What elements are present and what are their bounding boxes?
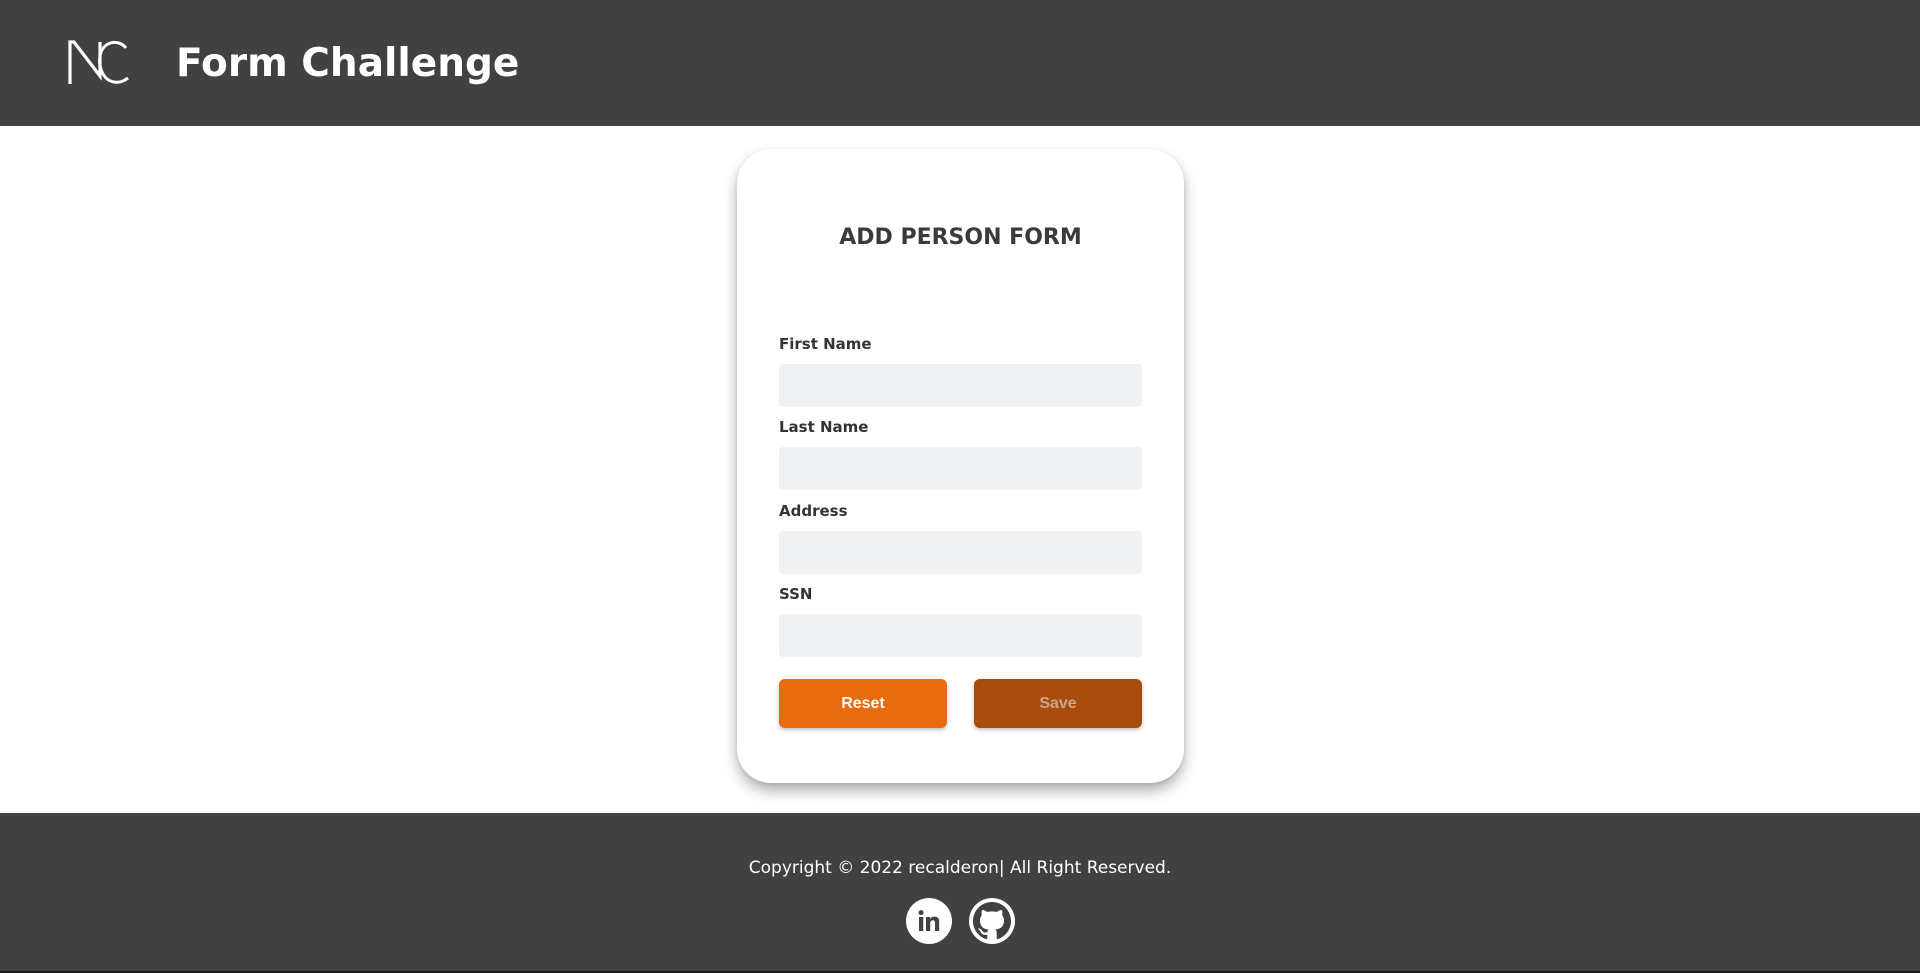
github-icon <box>973 902 1011 940</box>
reset-button[interactable]: Reset <box>779 679 947 728</box>
ssn-input[interactable] <box>779 614 1142 657</box>
copyright-text: Copyright © 2022 recalderon| All Right R… <box>748 858 1172 878</box>
address-input[interactable] <box>779 531 1142 574</box>
app-header: Form Challenge <box>0 0 1920 126</box>
nc-logo[interactable] <box>66 36 132 88</box>
linkedin-icon <box>918 910 940 931</box>
first-name-label: First Name <box>779 335 872 353</box>
app-root: Form Challenge ADD PERSON FORM First Nam… <box>0 0 1920 973</box>
address-label: Address <box>779 502 848 520</box>
last-name-input[interactable] <box>779 447 1142 490</box>
app-title: Form Challenge <box>176 41 520 86</box>
linkedin-link[interactable] <box>906 898 952 944</box>
github-link[interactable] <box>969 898 1015 944</box>
add-person-form-card: ADD PERSON FORM First Name Last Name Add… <box>737 149 1184 783</box>
main-content: ADD PERSON FORM First Name Last Name Add… <box>0 126 1920 813</box>
app-footer: Copyright © 2022 recalderon| All Right R… <box>0 813 1920 971</box>
form-title: ADD PERSON FORM <box>839 225 1082 250</box>
first-name-input[interactable] <box>779 364 1142 407</box>
ssn-label: SSN <box>779 585 813 603</box>
last-name-label: Last Name <box>779 418 869 436</box>
save-button[interactable]: Save <box>974 679 1142 728</box>
